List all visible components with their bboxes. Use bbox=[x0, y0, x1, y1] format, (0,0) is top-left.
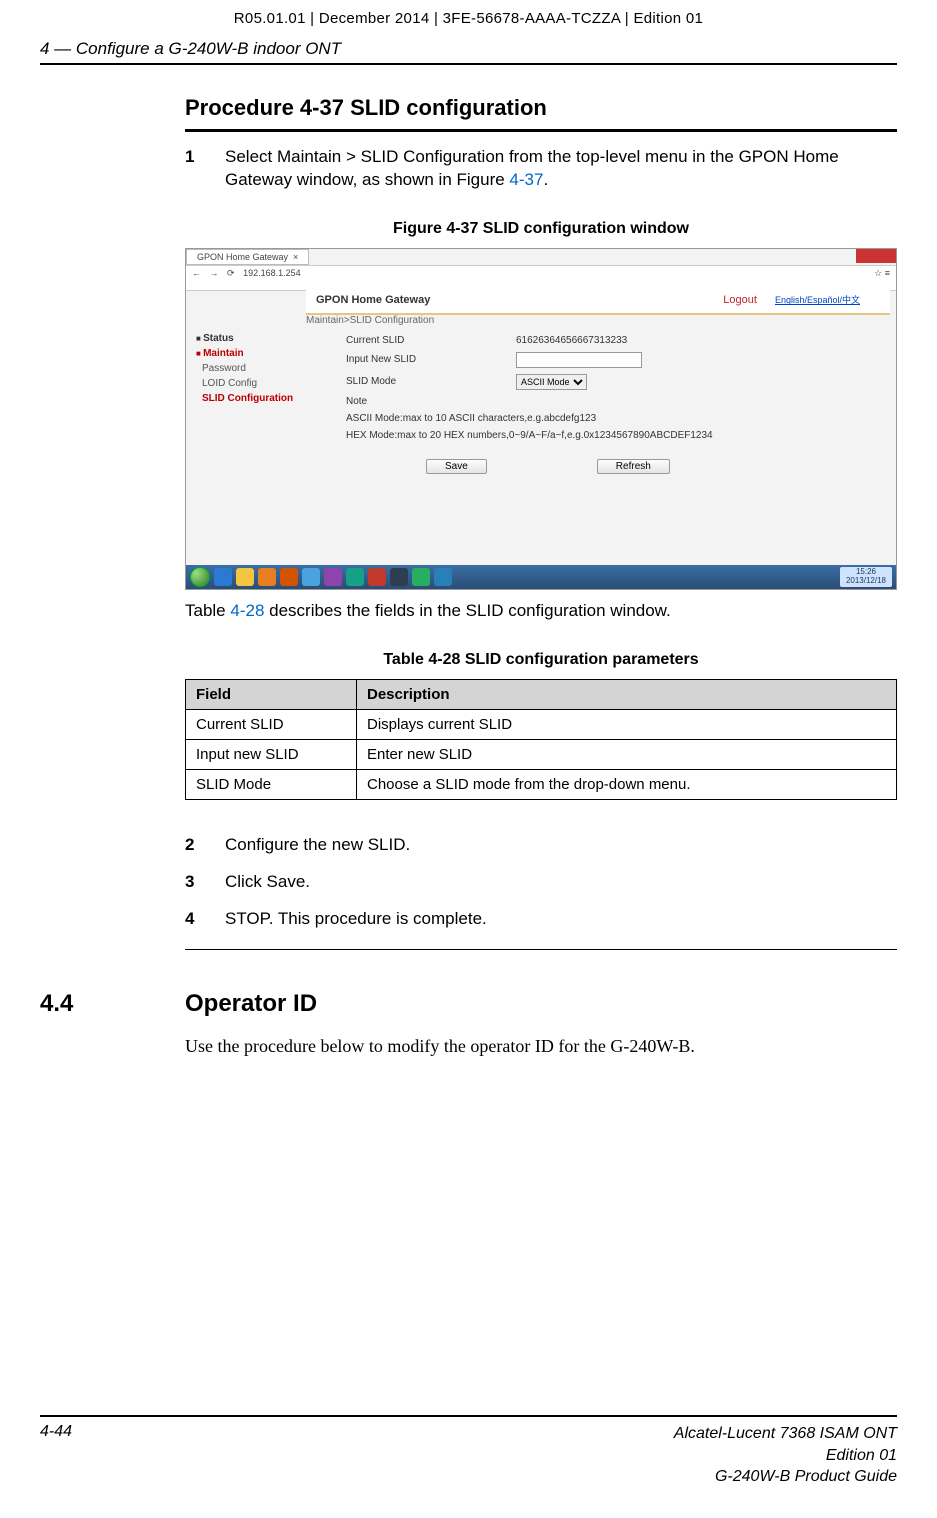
header-rule bbox=[40, 63, 897, 65]
sidebar-item-slid[interactable]: SLID Configuration bbox=[192, 391, 302, 406]
sidebar: Status Maintain Password LOID Config SLI… bbox=[192, 331, 302, 406]
footer-guide: G-240W-B Product Guide bbox=[674, 1466, 897, 1488]
table-ref-link[interactable]: 4-28 bbox=[230, 601, 264, 620]
nav-back-icon[interactable]: ← bbox=[192, 268, 201, 278]
step-2-number: 2 bbox=[185, 834, 225, 857]
slid-config-screenshot: GPON Home Gateway × ← → ⟳ 192.168.1.254 … bbox=[185, 248, 897, 590]
step-4-number: 4 bbox=[185, 908, 225, 931]
note-label: Note bbox=[346, 396, 516, 407]
table-caption: Table 4-28 SLID configuration parameters bbox=[185, 651, 897, 669]
save-button[interactable]: Save bbox=[426, 459, 487, 474]
step-1: 1 Select Maintain > SLID Configuration f… bbox=[185, 146, 897, 192]
note-hex: HEX Mode:max to 20 HEX numbers,0~9/A~F/a… bbox=[346, 430, 876, 441]
procedure-title: Procedure 4-37 SLID configuration bbox=[185, 95, 897, 121]
input-new-slid-field[interactable] bbox=[516, 352, 642, 368]
table-row: SLID Mode Choose a SLID mode from the dr… bbox=[186, 769, 897, 799]
footer-product: Alcatel-Lucent 7368 ISAM ONT bbox=[674, 1423, 897, 1445]
ie-icon[interactable] bbox=[214, 568, 232, 586]
section-body: Use the procedure below to modify the op… bbox=[185, 1036, 897, 1057]
app6-icon[interactable] bbox=[412, 568, 430, 586]
logout-link[interactable]: Logout bbox=[723, 294, 757, 306]
taskbar: 15:26 2013/12/18 bbox=[186, 565, 896, 589]
table-row: Current SLID Displays current SLID bbox=[186, 709, 897, 739]
language-link[interactable]: English/Español/中文 bbox=[775, 293, 860, 306]
page-footer: 4-44 Alcatel-Lucent 7368 ISAM ONT Editio… bbox=[40, 1415, 897, 1488]
gateway-title: GPON Home Gateway bbox=[316, 294, 430, 306]
input-new-slid-label: Input New SLID bbox=[346, 354, 516, 365]
word-icon[interactable] bbox=[434, 568, 452, 586]
step-2: 2 Configure the new SLID. bbox=[185, 834, 897, 857]
app4-icon[interactable] bbox=[368, 568, 386, 586]
col-header-field: Field bbox=[186, 679, 357, 709]
slid-mode-select[interactable]: ASCII Mode bbox=[516, 374, 587, 390]
app5-icon[interactable] bbox=[390, 568, 408, 586]
figure-ref-link[interactable]: 4-37 bbox=[509, 170, 543, 189]
figure-caption: Figure 4-37 SLID configuration window bbox=[185, 220, 897, 238]
sidebar-item-maintain[interactable]: Maintain bbox=[192, 346, 302, 361]
firefox-icon[interactable] bbox=[258, 568, 276, 586]
app3-icon[interactable] bbox=[346, 568, 364, 586]
step-3-number: 3 bbox=[185, 871, 225, 894]
app-icon[interactable] bbox=[280, 568, 298, 586]
step-4-text: STOP. This procedure is complete. bbox=[225, 908, 487, 931]
browser-tab[interactable]: GPON Home Gateway × bbox=[186, 249, 309, 265]
sidebar-item-password[interactable]: Password bbox=[192, 361, 302, 376]
explorer-icon[interactable] bbox=[236, 568, 254, 586]
bookmark-icon[interactable]: ☆ ≡ bbox=[874, 268, 890, 279]
step-1-text: Select Maintain > SLID Configuration fro… bbox=[225, 146, 897, 192]
chapter-heading: 4 — Configure a G-240W-B indoor ONT bbox=[40, 39, 897, 59]
footer-edition: Edition 01 bbox=[674, 1445, 897, 1467]
current-slid-label: Current SLID bbox=[346, 335, 516, 346]
window-close-icon[interactable] bbox=[856, 249, 896, 263]
procedure-end-rule bbox=[185, 949, 897, 950]
note-ascii: ASCII Mode:max to 10 ASCII characters,e.… bbox=[346, 413, 876, 424]
step-4: 4 STOP. This procedure is complete. bbox=[185, 908, 897, 931]
table-row: Input new SLID Enter new SLID bbox=[186, 739, 897, 769]
col-header-description: Description bbox=[357, 679, 897, 709]
sidebar-item-status[interactable]: Status bbox=[192, 331, 302, 346]
slid-params-table: Field Description Current SLID Displays … bbox=[185, 679, 897, 800]
step-1-number: 1 bbox=[185, 146, 225, 192]
current-slid-value: 61626364656667313233 bbox=[516, 335, 627, 346]
section-title: Operator ID bbox=[185, 990, 317, 1018]
address-text: 192.168.1.254 bbox=[243, 268, 301, 278]
page-number: 4-44 bbox=[40, 1423, 72, 1488]
step-3: 3 Click Save. bbox=[185, 871, 897, 894]
sidebar-item-loid[interactable]: LOID Config bbox=[192, 376, 302, 391]
slid-form: Current SLID 61626364656667313233 Input … bbox=[346, 335, 876, 441]
step-2-text: Configure the new SLID. bbox=[225, 834, 410, 857]
chrome-icon[interactable] bbox=[302, 568, 320, 586]
taskbar-clock: 15:26 2013/12/18 bbox=[840, 567, 892, 587]
start-orb-icon[interactable] bbox=[190, 567, 210, 587]
step-3-text: Click Save. bbox=[225, 871, 310, 894]
version-line: R05.01.01 | December 2014 | 3FE-56678-AA… bbox=[40, 10, 897, 27]
slid-mode-label: SLID Mode bbox=[346, 376, 516, 387]
gateway-header: GPON Home Gateway Logout English/Español… bbox=[306, 287, 890, 315]
section-number: 4.4 bbox=[40, 990, 185, 1018]
breadcrumb: Maintain>SLID Configuration bbox=[306, 315, 434, 326]
figure-followup-text: Table 4-28 describes the fields in the S… bbox=[185, 600, 897, 623]
procedure-rule bbox=[185, 129, 897, 132]
app2-icon[interactable] bbox=[324, 568, 342, 586]
nav-fwd-icon[interactable]: → bbox=[210, 268, 219, 278]
reload-icon[interactable]: ⟳ bbox=[227, 268, 235, 278]
refresh-button[interactable]: Refresh bbox=[597, 459, 670, 474]
